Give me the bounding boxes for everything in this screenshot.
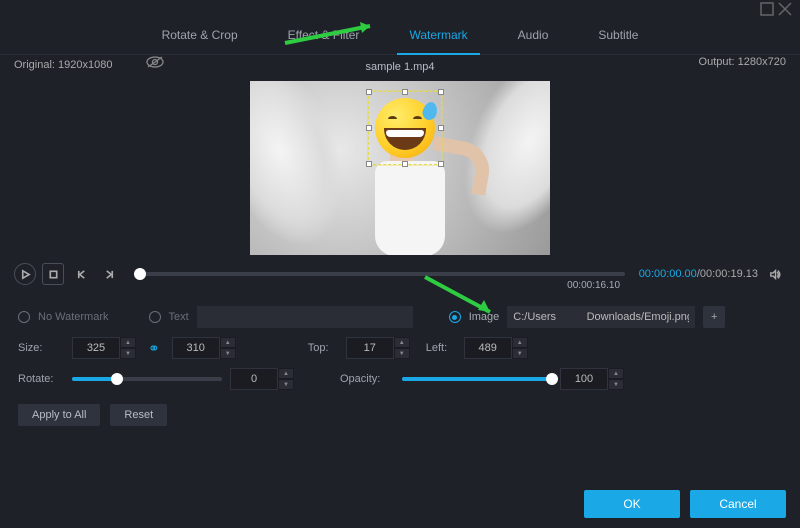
size-width-stepper[interactable]: ▲▼ [72,337,136,359]
resize-handle-br[interactable] [438,161,444,167]
resize-handle-tm[interactable] [402,89,408,95]
volume-icon[interactable] [764,263,786,285]
rotate-value-stepper[interactable]: ▲▼ [230,368,294,390]
down-icon: ▼ [120,348,136,359]
text-watermark-label: Text [169,311,189,323]
cancel-button[interactable]: Cancel [690,490,786,518]
timeline-scrubber[interactable] [134,272,625,276]
up-icon: ▲ [120,337,136,348]
player-bar: 00:00:00.00/00:00:19.13 [0,255,800,293]
titlebar [0,0,800,18]
tab-effect-filter[interactable]: Effect & Filter [288,22,360,48]
ok-button[interactable]: OK [584,490,680,518]
video-preview[interactable] [250,81,550,255]
resize-handle-bl[interactable] [366,161,372,167]
resize-handle-mr[interactable] [438,125,444,131]
resize-handle-ml[interactable] [366,125,372,131]
radio-image-watermark[interactable] [449,311,461,323]
rotate-slider[interactable] [72,377,222,381]
rotate-label: Rotate: [18,373,64,385]
text-watermark-input[interactable] [197,306,413,328]
original-resolution: Original: 1920x1080 [14,59,112,71]
resize-handle-tl[interactable] [366,89,372,95]
timecode: 00:00:00.00/00:00:19.13 [639,268,758,280]
watermark-bounding-box[interactable] [368,91,442,165]
opacity-knob[interactable] [546,373,558,385]
footer-buttons: OK Cancel [584,490,786,518]
close-button[interactable] [776,0,794,18]
tab-audio[interactable]: Audio [518,22,549,48]
play-button[interactable] [14,263,36,285]
next-frame-button[interactable] [98,263,120,285]
tab-rotate-crop[interactable]: Rotate & Crop [162,22,238,48]
resize-handle-bm[interactable] [402,161,408,167]
opacity-slider[interactable] [402,377,552,381]
tabs: Rotate & Crop Effect & Filter Watermark … [0,18,800,55]
size-height-stepper[interactable]: ▲▼ [172,337,236,359]
tab-subtitle[interactable]: Subtitle [598,22,638,48]
aspect-lock-icon[interactable]: ⚭ [144,340,164,357]
image-watermark-label: Image [469,311,500,323]
size-label: Size: [18,342,64,354]
resize-handle-tr[interactable] [438,89,444,95]
visibility-toggle-icon[interactable] [146,56,164,71]
video-info-row: Original: 1920x1080 Output: 1280x720 [0,56,800,71]
output-resolution: Output: 1280x720 [699,56,786,71]
left-label: Left: [426,342,456,354]
image-path-input[interactable] [507,306,695,328]
stop-button[interactable] [42,263,64,285]
tab-watermark[interactable]: Watermark [409,22,467,48]
opacity-label: Opacity: [340,373,394,385]
opacity-value-stepper[interactable]: ▲▼ [560,368,624,390]
radio-no-watermark[interactable] [18,311,30,323]
playhead[interactable] [134,268,146,280]
browse-image-button[interactable]: + [703,306,725,328]
watermark-controls: No Watermark Text Image + Size: ▲▼ ⚭ ▲▼ … [0,293,800,439]
radio-text-watermark[interactable] [149,311,161,323]
rotate-knob[interactable] [111,373,123,385]
apply-to-all-button[interactable]: Apply to All [18,404,100,426]
left-stepper[interactable]: ▲▼ [464,337,528,359]
top-label: Top: [308,342,338,354]
no-watermark-label: No Watermark [38,311,109,323]
trim-marker-time: 00:00:16.10 [567,280,620,291]
reset-button[interactable]: Reset [110,404,167,426]
top-stepper[interactable]: ▲▼ [346,337,410,359]
prev-frame-button[interactable] [70,263,92,285]
minimize-button[interactable] [758,0,776,18]
watermark-image-emoji [375,98,435,158]
